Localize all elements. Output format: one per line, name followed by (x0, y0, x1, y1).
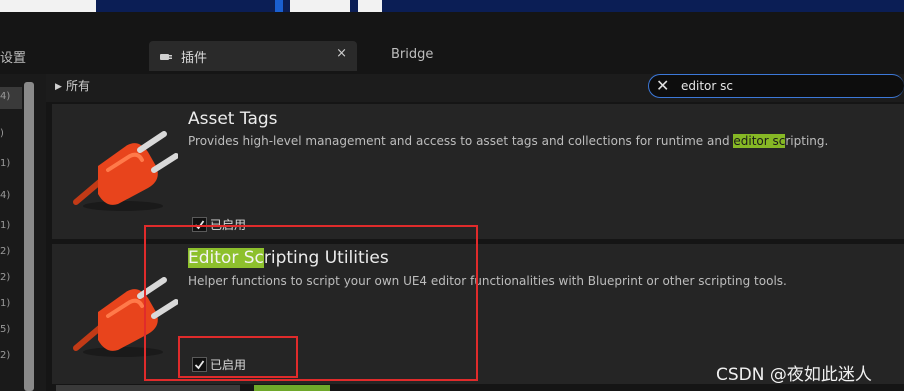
plug-icon (73, 277, 178, 357)
sidebar-count: 2) (0, 246, 11, 257)
tab-settings[interactable]: 设置 (0, 47, 26, 66)
watermark: CSDN @夜如此迷人 (716, 365, 872, 385)
enabled-checkbox[interactable] (192, 217, 207, 232)
window-top-strip (0, 0, 904, 12)
search-input[interactable] (681, 77, 891, 95)
tab-bridge[interactable]: Bridge (391, 47, 433, 62)
description-text: Provides high-level management and acces… (188, 134, 734, 148)
enabled-label: 已启用 (210, 358, 247, 372)
tab-bar (0, 12, 904, 74)
check-icon (194, 360, 205, 370)
sidebar-count: 1) (0, 298, 11, 309)
sidebar-count: 5) (0, 324, 11, 335)
sidebar-count: 1) (0, 220, 11, 231)
check-icon (194, 220, 205, 230)
bottom-card-edge (56, 385, 240, 391)
search-highlight: Editor Sc (188, 248, 264, 268)
bottom-card-edge (254, 385, 330, 391)
sidebar-count: 4) (0, 190, 11, 201)
plug-icon (73, 131, 178, 211)
description-text: ripting. (785, 134, 829, 148)
plugin-card-asset-tags[interactable]: Asset Tags Provides high-level managemen… (52, 104, 904, 239)
tab-plugins[interactable]: 插件 × (149, 41, 357, 71)
plugin-description: Provides high-level management and acces… (188, 134, 828, 148)
top-strip-segment (275, 0, 283, 12)
clear-search-icon[interactable]: ✕ (656, 76, 669, 95)
sidebar-scrollbar[interactable] (24, 82, 34, 391)
sidebar-count: ) (0, 128, 4, 139)
top-strip-segment (358, 0, 382, 12)
tab-plugins-label: 插件 (181, 51, 208, 66)
enabled-toggle[interactable]: 已启用 (192, 216, 246, 233)
sidebar-count: 2) (0, 272, 11, 283)
enabled-checkbox[interactable] (192, 357, 207, 372)
search-highlight: editor sc (733, 134, 786, 148)
enabled-toggle[interactable]: 已启用 (192, 356, 246, 373)
category-sidebar: 4) ) 1) 4) 1) 2) 2) 1) 5) 2) (0, 74, 46, 391)
title-text: ripting Utilities (263, 248, 389, 268)
filter-all[interactable]: 所有 (66, 77, 90, 94)
plugin-title: Editor Scripting Utilities (188, 248, 389, 268)
sidebar-count: 4) (0, 91, 11, 102)
sidebar-count: 2) (0, 350, 11, 361)
plug-icon (160, 54, 172, 60)
top-strip-segment (0, 0, 96, 12)
plugin-description: Helper functions to script your own UE4 … (188, 274, 787, 288)
enabled-label: 已启用 (210, 218, 247, 232)
close-tab-button[interactable]: × (336, 46, 347, 61)
sidebar-count: 1) (0, 158, 11, 169)
search-box[interactable]: ✕ (648, 74, 904, 98)
plugin-title: Asset Tags (188, 109, 278, 129)
expand-arrow-icon[interactable]: ▶ (55, 82, 62, 92)
top-strip-segment (290, 0, 350, 12)
